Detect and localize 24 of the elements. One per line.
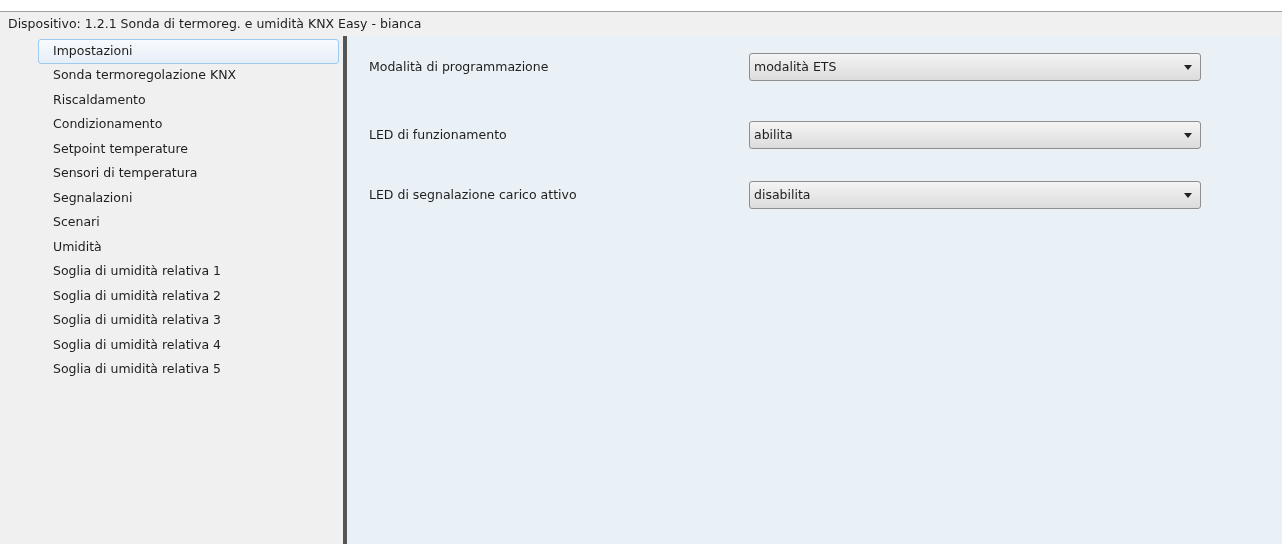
sidebar-item[interactable]: Umidità: [38, 235, 339, 260]
dropdown[interactable]: abilita: [749, 121, 1201, 149]
caret-icon: [1184, 132, 1192, 138]
caret-icon: [1184, 64, 1192, 70]
sidebar-item[interactable]: Sensori di temperatura: [38, 161, 339, 186]
parameter-label: LED di funzionamento: [369, 125, 508, 144]
sidebar-item[interactable]: Condizionamento: [38, 112, 339, 137]
dropdown[interactable]: disabilita: [749, 181, 1201, 209]
sidebar-item[interactable]: Scenari: [38, 210, 339, 235]
caret-icon: [1184, 192, 1192, 198]
parameter-label: LED di segnalazione carico attivo: [369, 185, 578, 204]
parameter-label: Modalità di programmazione: [369, 57, 550, 76]
sidebar-item[interactable]: Soglia di umidità relativa 3: [38, 308, 339, 333]
sidebar-item[interactable]: Impostazioni: [38, 39, 339, 64]
dropdown[interactable]: modalità ETS: [749, 53, 1201, 81]
sidebar-item[interactable]: Soglia di umidità relativa 2: [38, 284, 339, 309]
window-title: Dispositivo: 1.2.1 Sonda di termoreg. e umidità KNX Easy - bianca: [8, 14, 422, 33]
sidebar-item[interactable]: Soglia di umidità relativa 4: [38, 333, 339, 358]
sidebar-item[interactable]: Soglia di umidità relativa 5: [38, 357, 339, 382]
sidebar-item[interactable]: Sonda termoregolazione KNX: [38, 63, 339, 88]
sidebar-item[interactable]: Segnalazioni: [38, 186, 339, 211]
sidebar-item[interactable]: Riscaldamento: [38, 88, 339, 113]
sidebar-item[interactable]: Setpoint temperature: [38, 137, 339, 162]
sidebar-item[interactable]: Soglia di umidità relativa 1: [38, 259, 339, 284]
